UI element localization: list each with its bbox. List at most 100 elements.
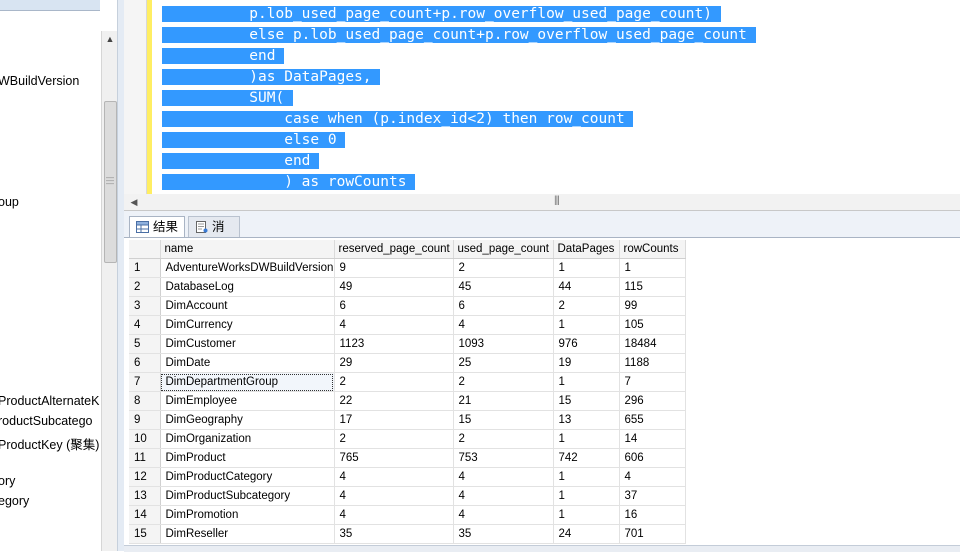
tab-results[interactable]: 结果 — [129, 216, 185, 237]
row-number[interactable]: 15 — [129, 524, 161, 544]
column-header-rowCounts[interactable]: rowCounts — [619, 240, 686, 259]
grid-cell[interactable]: 6 — [334, 296, 454, 316]
grid-cell[interactable]: 1 — [553, 372, 620, 392]
grid-cell[interactable]: 4 — [453, 505, 554, 525]
grid-cell[interactable]: 16 — [619, 505, 686, 525]
grid-cell[interactable]: 606 — [619, 448, 686, 468]
grid-cell[interactable]: 44 — [553, 277, 620, 297]
grid-cell[interactable]: 2 — [453, 258, 554, 278]
table-row[interactable]: 15 DimReseller 35 35 24 701 — [129, 524, 686, 544]
grid-cell[interactable]: 1093 — [453, 334, 554, 354]
grid-cell[interactable]: DimCustomer — [160, 334, 335, 354]
column-header-reserved_page_count[interactable]: reserved_page_count — [334, 240, 454, 259]
grid-cell[interactable]: 2 — [334, 429, 454, 449]
table-row[interactable]: 4 DimCurrency 4 4 1 105 — [129, 315, 686, 335]
row-number[interactable]: 4 — [129, 315, 161, 335]
grid-cell[interactable]: 1 — [553, 315, 620, 335]
row-number[interactable]: 13 — [129, 486, 161, 506]
grid-cell[interactable]: DimOrganization — [160, 429, 335, 449]
table-row[interactable]: 6 DimDate 29 25 19 1188 — [129, 353, 686, 373]
grid-cell[interactable]: 15 — [453, 410, 554, 430]
grid-cell[interactable]: 4 — [334, 467, 454, 487]
table-row[interactable]: 2 DatabaseLog 49 45 44 115 — [129, 277, 686, 297]
code-line[interactable]: case when (p.index_id<2) then row_count — [162, 109, 634, 130]
grid-cell[interactable]: 4 — [334, 486, 454, 506]
grid-cell[interactable]: 1 — [553, 429, 620, 449]
grid-cell[interactable]: 105 — [619, 315, 686, 335]
grid-cell[interactable]: DimEmployee — [160, 391, 335, 411]
grid-cell[interactable]: DimPromotion — [160, 505, 335, 525]
tree-node[interactable]: oup — [0, 195, 19, 209]
grid-cell[interactable]: DimDate — [160, 353, 335, 373]
table-row[interactable]: 1 AdventureWorksDWBuildVersion 9 2 1 1 — [129, 258, 686, 278]
tree-node[interactable]: egory — [0, 494, 29, 508]
column-header-name[interactable]: name — [160, 240, 335, 259]
column-header-used_page_count[interactable]: used_page_count — [453, 240, 554, 259]
grid-cell[interactable]: 2 — [453, 372, 554, 392]
row-number[interactable]: 14 — [129, 505, 161, 525]
code-line[interactable]: p.lob_used_page_count+p.row_overflow_use… — [162, 4, 721, 25]
grid-cell[interactable]: AdventureWorksDWBuildVersion — [160, 258, 335, 278]
row-number[interactable]: 9 — [129, 410, 161, 430]
grid-cell[interactable]: 753 — [453, 448, 554, 468]
row-number[interactable]: 2 — [129, 277, 161, 297]
table-row[interactable]: 10 DimOrganization 2 2 1 14 — [129, 429, 686, 449]
results-grid[interactable]: name reserved_page_count used_page_count Da… — [129, 240, 686, 544]
grid-corner[interactable] — [129, 240, 161, 259]
grid-cell[interactable]: 1 — [553, 258, 620, 278]
row-number[interactable]: 3 — [129, 296, 161, 316]
grid-cell[interactable]: 14 — [619, 429, 686, 449]
table-row[interactable]: 14 DimPromotion 4 4 1 16 — [129, 505, 686, 525]
grid-cell[interactable]: 1 — [553, 467, 620, 487]
grid-cell[interactable]: DimGeography — [160, 410, 335, 430]
scroll-up-arrow-icon[interactable]: ▲ — [102, 31, 118, 47]
grid-cell[interactable]: 655 — [619, 410, 686, 430]
code-line[interactable]: else p.lob_used_page_count+p.row_overflo… — [162, 25, 756, 46]
grid-cell[interactable]: DimProductSubcategory — [160, 486, 335, 506]
grid-cell[interactable]: 7 — [619, 372, 686, 392]
grid-cell[interactable]: 25 — [453, 353, 554, 373]
grid-cell[interactable]: 2 — [334, 372, 454, 392]
tree-node[interactable]: ProductAlternateK — [0, 394, 99, 408]
grid-cell[interactable]: 296 — [619, 391, 686, 411]
grid-cell[interactable]: 701 — [619, 524, 686, 544]
table-row[interactable]: 11 DimProduct 765 753 742 606 — [129, 448, 686, 468]
tree-node[interactable]: WBuildVersion — [0, 74, 79, 88]
row-number[interactable]: 6 — [129, 353, 161, 373]
table-row[interactable]: 3 DimAccount 6 6 2 99 — [129, 296, 686, 316]
row-number[interactable]: 10 — [129, 429, 161, 449]
grid-cell[interactable]: 765 — [334, 448, 454, 468]
grid-cell[interactable]: DimProductCategory — [160, 467, 335, 487]
grid-cell[interactable]: 4 — [334, 315, 454, 335]
tree-node[interactable]: roductSubcatego — [0, 414, 93, 428]
grid-cell[interactable]: 6 — [453, 296, 554, 316]
query-editor[interactable]: p.lob_used_page_count+p.row_overflow_use… — [124, 0, 960, 195]
code-line[interactable]: SUM( — [162, 88, 293, 109]
column-header-DataPages[interactable]: DataPages — [553, 240, 620, 259]
tab-messages[interactable]: 消息 — [188, 216, 240, 254]
table-row[interactable]: 9 DimGeography 17 15 13 655 — [129, 410, 686, 430]
grid-cell[interactable]: 29 — [334, 353, 454, 373]
grid-cell[interactable]: 21 — [453, 391, 554, 411]
table-row[interactable]: 13 DimProductSubcategory 4 4 1 37 — [129, 486, 686, 506]
grid-cell[interactable]: 24 — [553, 524, 620, 544]
grid-cell[interactable]: DimReseller — [160, 524, 335, 544]
grid-cell[interactable]: 2 — [453, 429, 554, 449]
grid-cell[interactable]: 4 — [453, 467, 554, 487]
grid-cell[interactable]: 1 — [619, 258, 686, 278]
row-number[interactable]: 11 — [129, 448, 161, 468]
grid-cell[interactable]: 19 — [553, 353, 620, 373]
scroll-left-arrow-icon[interactable]: ◀ — [128, 196, 140, 208]
grid-cell[interactable]: 17 — [334, 410, 454, 430]
grid-cell[interactable]: 1 — [553, 486, 620, 506]
grid-cell[interactable]: 4 — [453, 315, 554, 335]
grid-cell[interactable]: 13 — [553, 410, 620, 430]
grid-cell[interactable]: 4 — [334, 505, 454, 525]
grid-cell[interactable]: 99 — [619, 296, 686, 316]
grid-cell[interactable]: 37 — [619, 486, 686, 506]
row-number[interactable]: 1 — [129, 258, 161, 278]
code-line[interactable]: else 0 — [162, 130, 346, 151]
grid-cell[interactable]: DimDepartmentGroup — [160, 372, 335, 392]
table-row[interactable]: 5 DimCustomer 1123 1093 976 18484 — [129, 334, 686, 354]
row-number[interactable]: 7 — [129, 372, 161, 392]
